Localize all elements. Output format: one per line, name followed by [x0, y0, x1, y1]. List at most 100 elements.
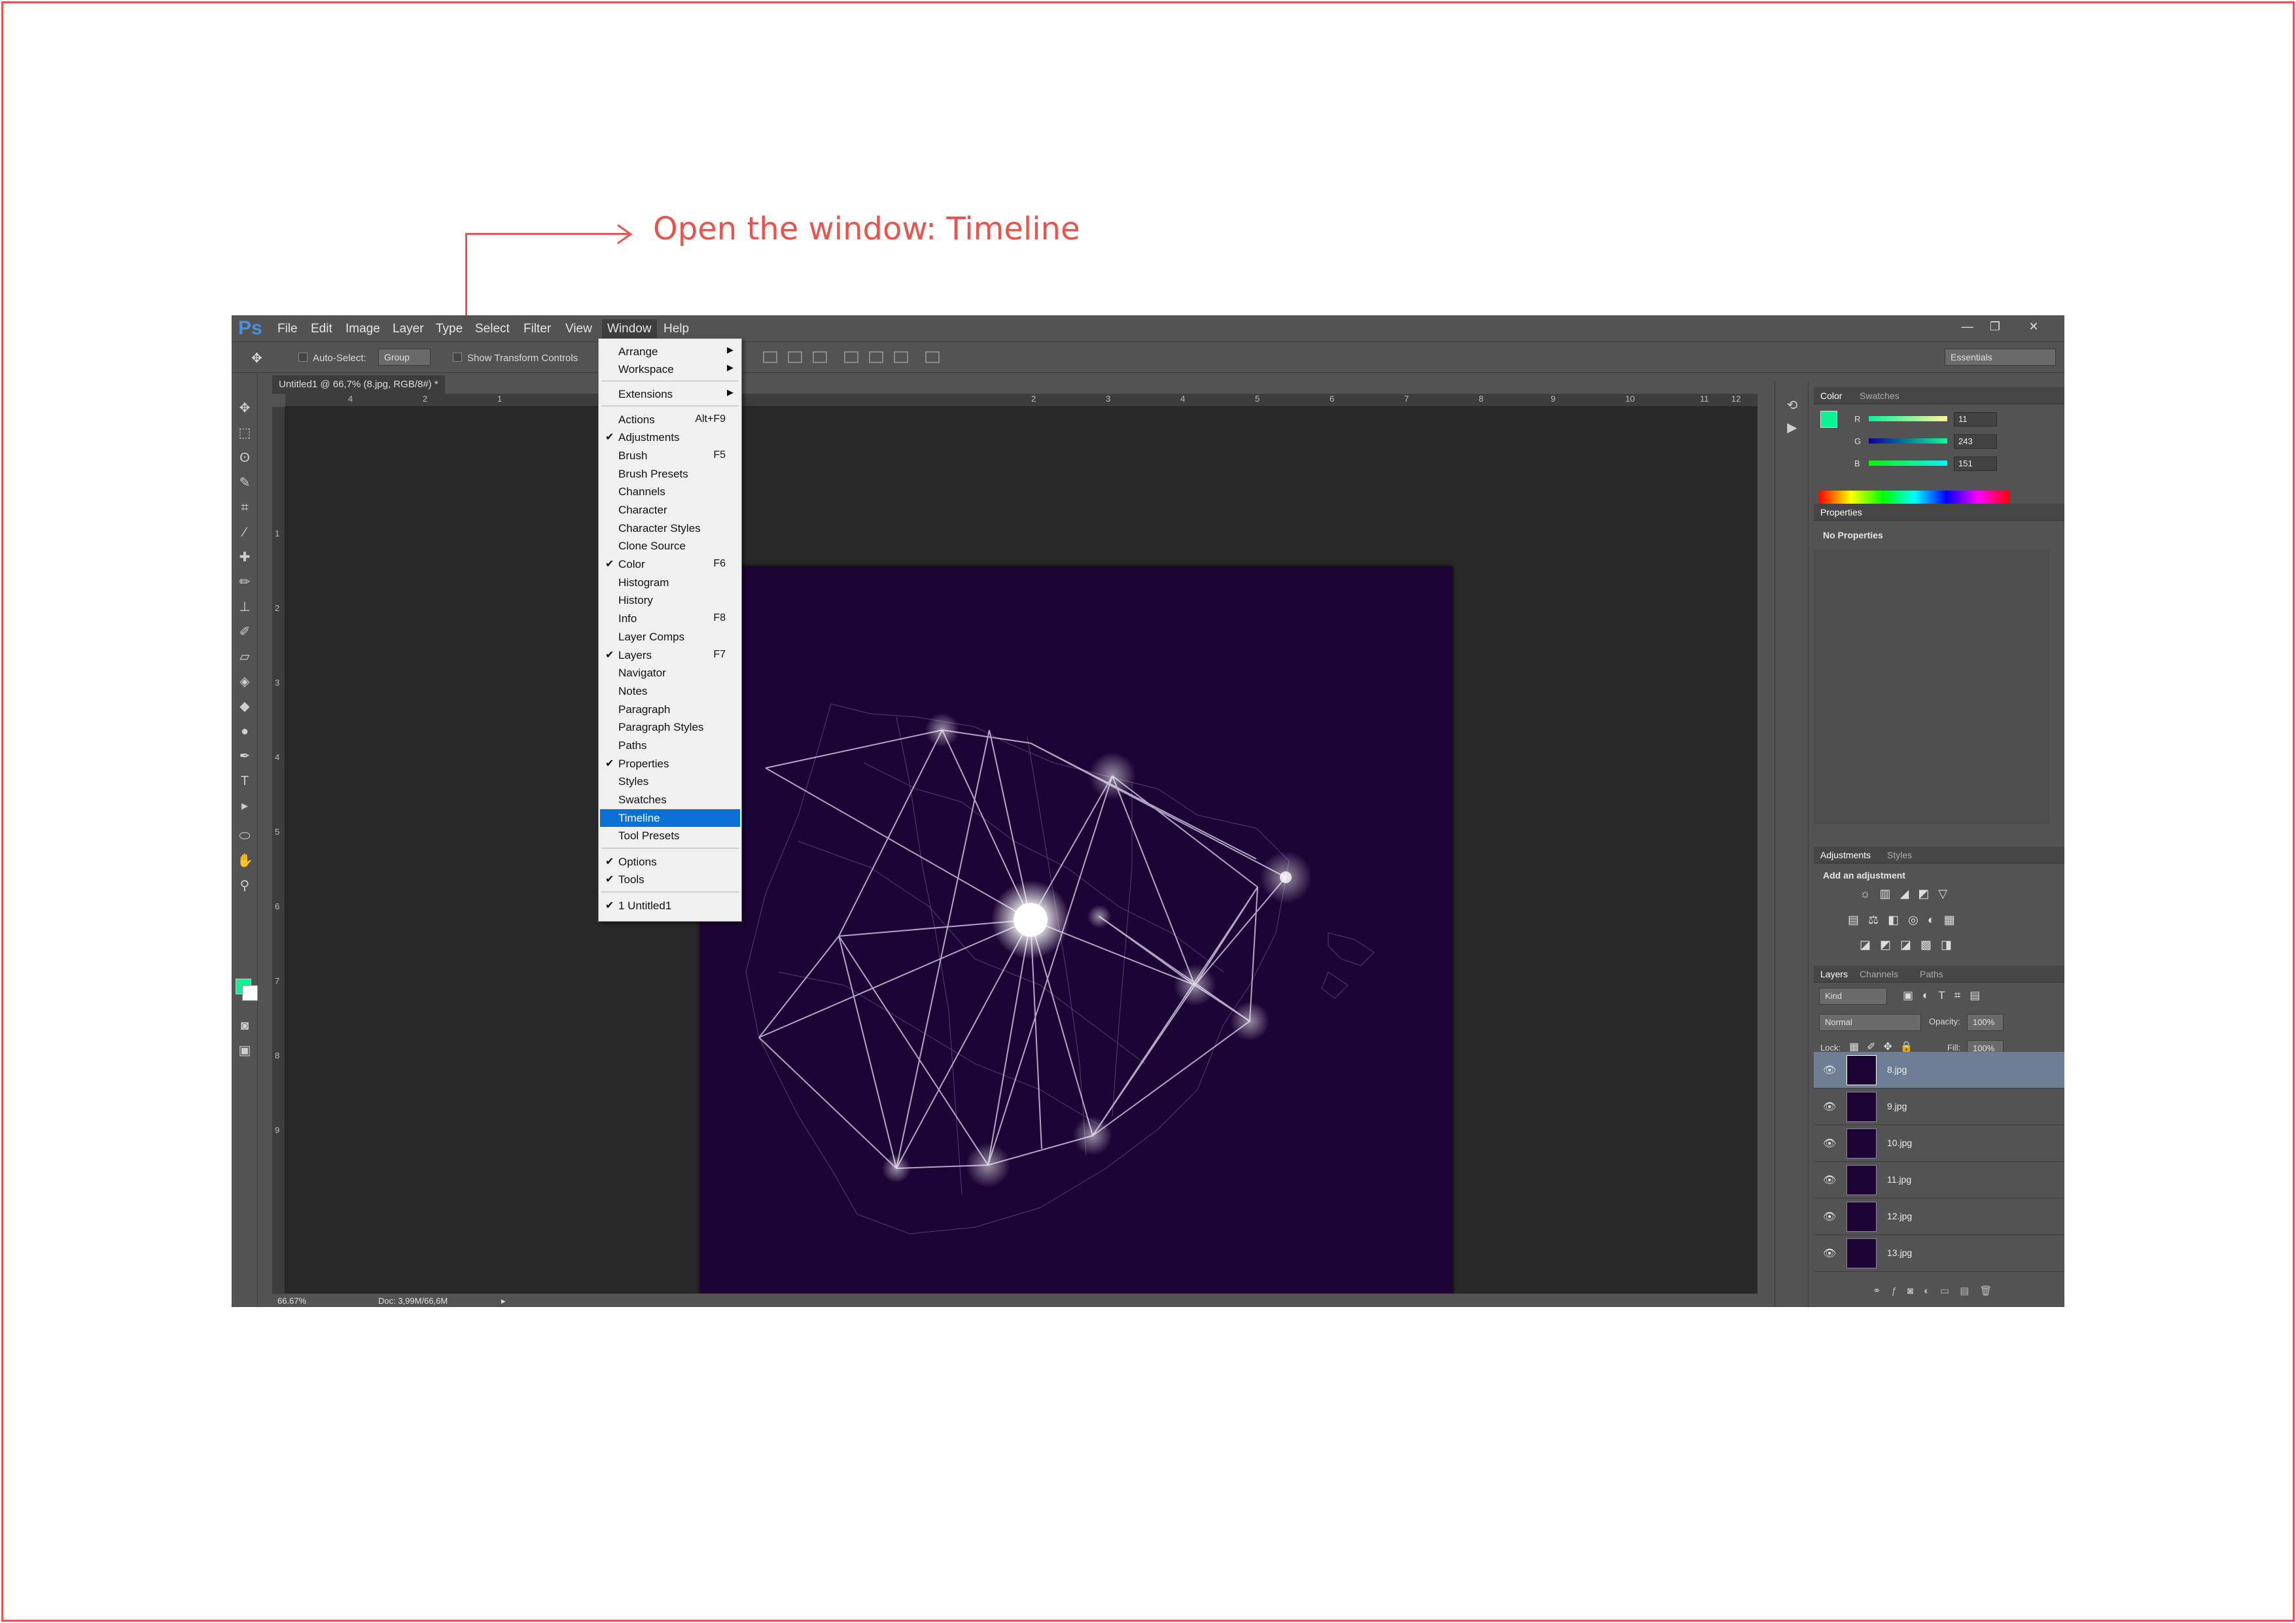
menu-item-brush-presets[interactable]: Brush Presets — [600, 465, 740, 483]
ellipse-tool-icon[interactable]: ⬭ — [237, 828, 253, 844]
visibility-eye-icon[interactable]: 👁 — [1823, 1137, 1836, 1150]
visibility-eye-icon[interactable]: 👁 — [1823, 1064, 1836, 1077]
color-fg-swatch[interactable] — [1820, 411, 1837, 428]
opacity-field[interactable]: 100% — [1967, 1014, 2004, 1031]
screen-mode-icon[interactable]: ▣ — [237, 1043, 253, 1058]
menu-item-info[interactable]: Info F8 — [600, 610, 740, 627]
paint-bucket-tool-icon[interactable]: ◈ — [237, 674, 253, 689]
menu-image[interactable]: Image — [345, 322, 380, 336]
menu-item-styles[interactable]: Styles — [600, 773, 740, 790]
eraser-tool-icon[interactable]: ▱ — [237, 649, 253, 665]
layer-row[interactable]: 👁 9.jpg — [1814, 1089, 2064, 1125]
menu-item-histogram[interactable]: Histogram — [600, 574, 740, 591]
background-color-swatch[interactable] — [242, 985, 258, 1001]
menu-item-tools[interactable]: ✔ Tools — [600, 871, 740, 888]
layer-row[interactable]: 👁 11.jpg — [1814, 1162, 2064, 1198]
menu-item-actions[interactable]: Actions Alt+F9 — [600, 411, 740, 428]
menu-item-workspace[interactable]: Workspace ▶ — [600, 360, 740, 378]
tab-color[interactable]: Color — [1820, 391, 1842, 401]
auto-select-checkbox[interactable] — [298, 353, 308, 362]
menu-item-adjustments[interactable]: ✔ Adjustments — [600, 428, 740, 446]
document-tab[interactable]: Untitled1 @ 66,7% (8.jpg, RGB/8#) * — [272, 375, 445, 394]
menu-item-properties[interactable]: ✔ Properties — [600, 755, 740, 773]
visibility-eye-icon[interactable]: 👁 — [1823, 1247, 1836, 1260]
type-tool-icon[interactable]: T — [237, 773, 253, 789]
canvas-area[interactable] — [285, 407, 1757, 1307]
menu-item-navigator[interactable]: Navigator — [600, 664, 740, 682]
tab-adjustments[interactable]: Adjustments — [1820, 850, 1871, 860]
brush-tool-icon[interactable]: ✏ — [237, 574, 253, 590]
menu-item-notes[interactable]: Notes — [600, 682, 740, 700]
tab-channels[interactable]: Channels — [1860, 969, 1898, 979]
layer-name[interactable]: 9.jpg — [1887, 1101, 1907, 1111]
layer-row[interactable]: 👁 13.jpg — [1814, 1235, 2064, 1272]
menu-item-layers[interactable]: ✔ Layers F7 — [600, 646, 740, 664]
pen-tool-icon[interactable]: ✒ — [237, 748, 253, 764]
move-tool-icon[interactable]: ✥ — [237, 400, 253, 416]
move-tool-icon[interactable]: ✥ — [251, 350, 262, 366]
menu-item-timeline[interactable]: Timeline — [600, 809, 740, 827]
quick-mask-icon[interactable]: ◙ — [237, 1018, 253, 1034]
lasso-tool-icon[interactable]: ʘ — [237, 450, 253, 466]
tab-properties[interactable]: Properties — [1820, 507, 1862, 517]
menu-item-brush[interactable]: Brush F5 — [600, 447, 740, 464]
menu-view[interactable]: View — [565, 322, 592, 336]
layer-name[interactable]: 12.jpg — [1887, 1211, 1912, 1221]
layer-name[interactable]: 13.jpg — [1887, 1248, 1912, 1258]
menu-item-options[interactable]: ✔ Options — [600, 853, 740, 871]
menu-item-open-document[interactable]: ✔ 1 Untitled1 — [600, 897, 740, 915]
align-right-icon[interactable] — [894, 351, 908, 363]
actions-panel-icon[interactable]: ▶ — [1784, 420, 1800, 436]
healing-brush-tool-icon[interactable]: ✚ — [237, 550, 253, 565]
menu-item-character[interactable]: Character — [600, 501, 740, 519]
tab-styles[interactable]: Styles — [1887, 850, 1912, 860]
history-brush-tool-icon[interactable]: ✐ — [237, 624, 253, 640]
layer-row[interactable]: 👁 12.jpg — [1814, 1198, 2064, 1235]
menu-item-paragraph-styles[interactable]: Paragraph Styles — [600, 718, 740, 736]
menu-item-paragraph[interactable]: Paragraph — [600, 701, 740, 718]
tab-swatches[interactable]: Swatches — [1860, 391, 1899, 401]
auto-align-icon[interactable] — [925, 351, 940, 363]
green-value[interactable]: 243 — [1954, 434, 1997, 449]
menu-item-character-styles[interactable]: Character Styles — [600, 519, 740, 537]
menu-item-extensions[interactable]: Extensions ▶ — [600, 385, 740, 403]
align-center-icon[interactable] — [869, 351, 883, 363]
blend-mode-dropdown[interactable]: Normal — [1819, 1014, 1921, 1031]
blue-value[interactable]: 151 — [1954, 457, 1997, 471]
path-selection-tool-icon[interactable]: ▸ — [237, 798, 253, 814]
menu-item-swatches[interactable]: Swatches — [600, 791, 740, 809]
workspace-dropdown[interactable]: Essentials — [1945, 349, 2056, 366]
clone-stamp-tool-icon[interactable]: ⊥ — [237, 599, 253, 615]
layer-name[interactable]: 8.jpg — [1887, 1064, 1907, 1075]
menu-item-history[interactable]: History — [600, 591, 740, 609]
layer-filter-kind[interactable]: Kind — [1819, 988, 1887, 1005]
layer-row[interactable]: 👁 10.jpg — [1814, 1125, 2064, 1162]
quick-select-tool-icon[interactable]: ✎ — [237, 475, 253, 491]
hand-tool-icon[interactable]: ✋ — [237, 853, 253, 869]
menu-window[interactable]: Window — [602, 319, 657, 339]
align-left-icon[interactable] — [844, 351, 858, 363]
visibility-eye-icon[interactable]: 👁 — [1823, 1174, 1836, 1187]
close-button[interactable]: ✕ — [2011, 318, 2057, 335]
document-canvas[interactable] — [700, 567, 1453, 1307]
menu-item-color[interactable]: ✔ Color F6 — [600, 555, 740, 573]
history-panel-icon[interactable]: ⟲ — [1784, 398, 1800, 413]
menu-select[interactable]: Select — [475, 322, 510, 336]
menu-help[interactable]: Help — [663, 322, 689, 336]
layer-name[interactable]: 11.jpg — [1887, 1174, 1911, 1185]
color-spectrum[interactable] — [1819, 491, 2010, 505]
eyedropper-tool-icon[interactable]: ⁄ — [237, 525, 253, 540]
menu-item-tool-presets[interactable]: Tool Presets — [600, 827, 740, 845]
restore-button[interactable]: ❐ — [1983, 318, 2007, 335]
menu-type[interactable]: Type — [436, 322, 463, 336]
visibility-eye-icon[interactable]: 👁 — [1823, 1210, 1836, 1223]
menu-file[interactable]: File — [277, 322, 298, 336]
crop-tool-icon[interactable]: ⌗ — [237, 500, 253, 515]
tab-paths[interactable]: Paths — [1920, 969, 1943, 979]
layer-name[interactable]: 10.jpg — [1887, 1138, 1912, 1148]
align-bottom-icon[interactable] — [813, 351, 827, 363]
minimize-button[interactable]: — — [1956, 318, 1979, 335]
menu-item-clone-source[interactable]: Clone Source — [600, 537, 740, 555]
layer-row[interactable]: 👁 8.jpg — [1814, 1052, 2064, 1089]
menu-filter[interactable]: Filter — [523, 322, 551, 336]
